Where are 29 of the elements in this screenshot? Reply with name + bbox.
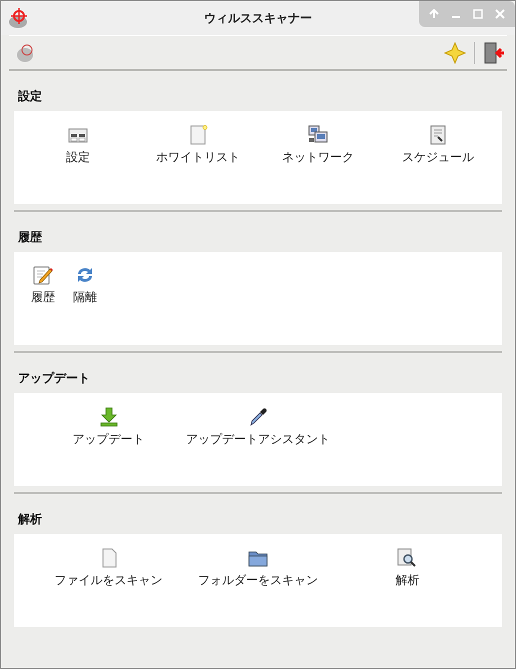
- launcher-button[interactable]: ホワイトリスト: [154, 125, 242, 165]
- launcher-button[interactable]: 設定: [64, 125, 92, 165]
- exit-door-icon[interactable]: [483, 42, 505, 64]
- magnifier-document-icon: [397, 548, 418, 568]
- section-heading: アップデート: [17, 370, 91, 387]
- launcher-button[interactable]: アップデート: [70, 407, 147, 447]
- section-heading: 履歴: [17, 229, 43, 246]
- window-title: ウィルススキャナー: [204, 10, 312, 27]
- launcher-button[interactable]: フォルダーをスキャン: [196, 548, 320, 588]
- launcher-button[interactable]: ネットワーク: [280, 125, 356, 165]
- pencil-icon: [33, 265, 53, 285]
- launcher-button[interactable]: ファイルをスキャン: [52, 548, 165, 588]
- maximize-icon[interactable]: [473, 9, 483, 19]
- launcher-button[interactable]: 履歴: [29, 265, 57, 305]
- launcher-button[interactable]: スケジュール: [400, 125, 476, 165]
- launcher-button[interactable]: アップデートアシスタント: [184, 407, 332, 447]
- dropper-icon: [248, 407, 268, 427]
- section-heading: 解析: [16, 511, 43, 528]
- star-icon[interactable]: [444, 42, 466, 64]
- up-arrow-icon[interactable]: [429, 9, 439, 19]
- section-heading: 設定: [16, 88, 43, 105]
- launcher-button[interactable]: 解析: [393, 548, 422, 588]
- refresh-icon: [75, 265, 95, 285]
- computers-icon: [308, 125, 328, 145]
- close-icon[interactable]: [495, 9, 505, 19]
- download-icon: [98, 407, 119, 427]
- launcher-button[interactable]: 隔離: [71, 265, 99, 305]
- page-icon: [188, 125, 208, 145]
- document-icon: [428, 125, 448, 145]
